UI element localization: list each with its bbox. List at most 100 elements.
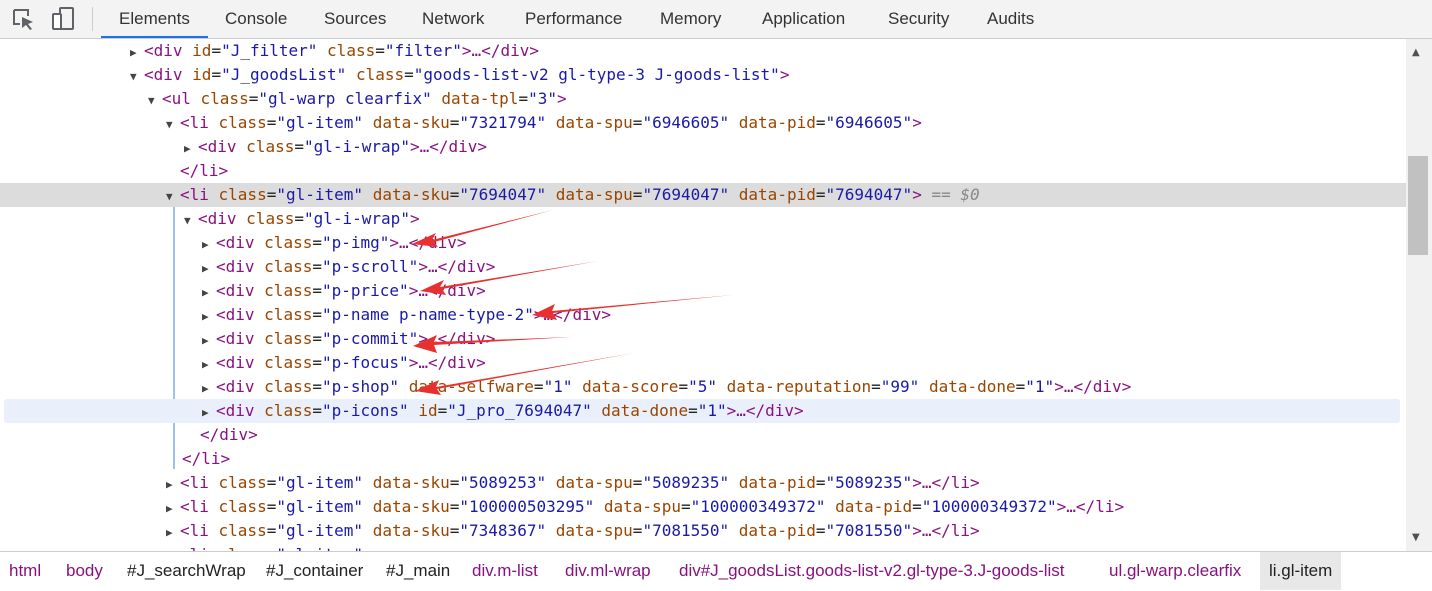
attr-value: "J_goodsList"	[221, 65, 347, 84]
attr-value: "p-name p-name-type-2"	[321, 305, 534, 324]
attr-name: data-selfware	[408, 377, 534, 396]
attr-value: "99"	[880, 377, 920, 396]
tab-application[interactable]: Application	[744, 0, 863, 38]
expand-triangle-icon[interactable]: ▶	[130, 41, 144, 65]
dom-node[interactable]: ▶ <div class="p-scroll">…</div>	[0, 255, 1406, 279]
dom-node-hovered[interactable]: ▶ <div class="p-icons" id="J_pro_7694047"…	[4, 399, 1400, 423]
attr-name: class	[264, 305, 313, 324]
crumb-search-wrap[interactable]: #J_searchWrap	[118, 552, 255, 590]
attr-name: data-sku	[372, 473, 450, 492]
crumb-gl-warp[interactable]: ul.gl-warp.clearfix	[1100, 552, 1250, 590]
dom-node[interactable]: ▶ <li class="gl-item" data-sku="5089253" …	[0, 471, 1406, 495]
tag-open: <li	[180, 185, 219, 204]
tab-network[interactable]: Network	[404, 0, 502, 38]
expand-triangle-icon[interactable]: ▶	[166, 497, 180, 521]
expand-triangle-icon[interactable]: ▶	[184, 137, 198, 161]
attr-name: data-spu	[555, 185, 633, 204]
expand-triangle-icon[interactable]: ▶	[202, 353, 216, 377]
crumb-body[interactable]: body	[57, 552, 112, 590]
console-ref-marker: == $0	[921, 185, 980, 204]
attr-value: "goods-list-v2 gl-type-3 J-goods-list"	[413, 65, 780, 84]
expand-triangle-icon[interactable]: ▶	[166, 473, 180, 497]
tab-elements[interactable]: Elements	[101, 0, 208, 38]
attr-value: "100000349372"	[921, 497, 1057, 516]
expand-triangle-icon[interactable]: ▶	[202, 401, 216, 425]
crumb-m-list[interactable]: div.m-list	[463, 552, 547, 590]
device-toolbar-icon[interactable]	[50, 6, 76, 32]
dom-node[interactable]: ▶ <div class="p-price">…</div>	[0, 279, 1406, 303]
crumb-gl-item[interactable]: li.gl-item	[1260, 552, 1342, 590]
tag-open: <ul	[162, 89, 201, 108]
attr-value: "p-icons"	[321, 401, 409, 420]
dom-node[interactable]: ▼ <div id="J_goodsList" class="goods-list…	[0, 63, 1406, 87]
scroll-down-arrow-icon[interactable]: ▼	[1412, 532, 1420, 543]
tag-close: >…</div>	[418, 257, 496, 276]
attr-value: "100000349372"	[690, 497, 826, 516]
attr-name: class	[327, 41, 376, 60]
dom-node-close[interactable]: </li>	[0, 159, 1406, 183]
tag-close: >…</li>	[912, 521, 980, 540]
attr-value: "gl-item"	[276, 521, 364, 540]
tag-close: >…</div>	[389, 233, 467, 252]
dom-node-partial[interactable]: ▶<li class="gl-item"	[0, 543, 1406, 551]
attr-name: class	[218, 113, 267, 132]
expand-triangle-icon[interactable]: ▶	[202, 281, 216, 305]
expand-triangle-icon[interactable]: ▶	[202, 257, 216, 281]
tag-open: <li	[180, 497, 219, 516]
collapse-triangle-icon[interactable]: ▼	[166, 185, 180, 209]
dom-node[interactable]: ▶ <div class="p-img">…</div>	[0, 231, 1406, 255]
scroll-up-arrow-icon[interactable]: ▲	[1412, 47, 1420, 58]
crumb-main[interactable]: #J_main	[377, 552, 459, 590]
tag-close: >	[912, 113, 922, 132]
collapse-triangle-icon[interactable]: ▼	[166, 113, 180, 137]
collapse-triangle-icon[interactable]: ▼	[130, 65, 144, 89]
dom-node-selected[interactable]: ▼ <li class="gl-item" data-sku="7694047" …	[0, 183, 1406, 207]
collapse-triangle-icon[interactable]: ▼	[148, 89, 162, 113]
crumb-container[interactable]: #J_container	[257, 552, 372, 590]
dom-node[interactable]: ▶ <li class="gl-item" data-sku="100000503…	[0, 495, 1406, 519]
tab-security[interactable]: Security	[870, 0, 967, 38]
dom-node[interactable]: ▶ <li class="gl-item" data-sku="7348367" …	[0, 519, 1406, 543]
crumb-ml-wrap[interactable]: div.ml-wrap	[556, 552, 660, 590]
attr-value: "gl-i-wrap"	[303, 209, 410, 228]
tag-close: >…</div>	[418, 329, 496, 348]
dom-node[interactable]: ▶ <div id="J_filter" class="filter">…</di…	[0, 39, 1406, 63]
attr-name: id	[418, 401, 438, 420]
dom-tree[interactable]: ··· ▶<div id="J_filter" class="filter">……	[0, 39, 1406, 551]
tag-close: >…</div>	[409, 137, 488, 156]
tab-memory[interactable]: Memory	[642, 0, 739, 38]
dom-node[interactable]: ▼ <ul class="gl-warp clearfix" data-tpl="…	[0, 87, 1406, 111]
collapse-triangle-icon[interactable]: ▼	[184, 209, 198, 233]
dom-node[interactable]: ▶ <div class="gl-i-wrap">…</div>	[0, 135, 1406, 159]
dom-node[interactable]: ▼ <li class="gl-item" data-sku="7321794" …	[0, 111, 1406, 135]
expand-triangle-icon[interactable]: ▶	[202, 305, 216, 329]
dom-node[interactable]: ▶ <div class="p-commit">…</div>	[0, 327, 1406, 351]
dom-node-close[interactable]: </div>	[0, 423, 1406, 447]
expand-triangle-icon[interactable]: ▶	[202, 233, 216, 257]
dom-node[interactable]: ▼ <div class="gl-i-wrap">	[0, 207, 1406, 231]
crumb-goods-list[interactable]: div#J_goodsList.goods-list-v2.gl-type-3.…	[670, 552, 1074, 590]
attr-name: data-spu	[555, 113, 633, 132]
expand-triangle-icon[interactable]: ▶	[202, 329, 216, 353]
dom-node[interactable]: ▶ <div class="p-shop" data-selfware="1" d…	[0, 375, 1406, 399]
dom-node[interactable]: ▶ <div class="p-focus">…</div>	[0, 351, 1406, 375]
attr-name: data-pid	[835, 497, 913, 516]
attr-name: id	[192, 41, 212, 60]
dom-node-close[interactable]: </li>	[0, 447, 1406, 471]
attr-value: "7694047"	[825, 185, 913, 204]
tab-performance[interactable]: Performance	[507, 0, 640, 38]
scrollbar-thumb[interactable]	[1408, 156, 1428, 255]
tab-console[interactable]: Console	[207, 0, 305, 38]
crumb-html[interactable]: html	[0, 552, 50, 590]
tab-sources[interactable]: Sources	[306, 0, 404, 38]
tag-open: <div	[216, 377, 265, 396]
attr-name: class	[264, 377, 313, 396]
vertical-scrollbar[interactable]: ▲ ▼	[1406, 39, 1432, 551]
attr-name: data-sku	[372, 185, 450, 204]
tab-audits[interactable]: Audits	[969, 0, 1052, 38]
attr-name: class	[218, 521, 267, 540]
expand-triangle-icon[interactable]: ▶	[166, 521, 180, 545]
dom-node[interactable]: ▶ <div class="p-name p-name-type-2">…</di…	[0, 303, 1406, 327]
expand-triangle-icon[interactable]: ▶	[202, 377, 216, 401]
inspect-element-icon[interactable]	[10, 6, 36, 32]
